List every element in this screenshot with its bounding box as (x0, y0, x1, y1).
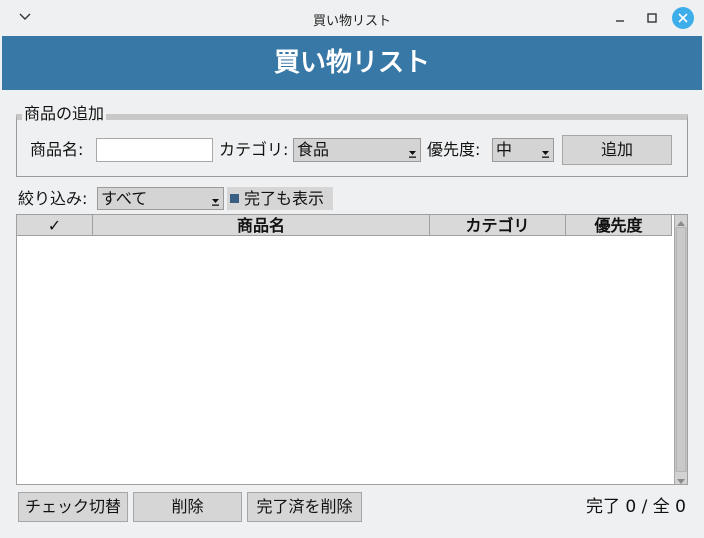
title-bar: 買い物リスト (0, 0, 704, 36)
header-banner: 買い物リスト (2, 36, 702, 90)
category-select-value: 食品 (297, 140, 330, 159)
category-select[interactable]: 食品 (293, 138, 421, 162)
delete-button[interactable]: 削除 (133, 492, 242, 522)
show-completed-checkbox[interactable]: 完了も表示 (227, 187, 333, 210)
filter-label: 絞り込み: (18, 189, 88, 208)
priority-select-value: 中 (496, 140, 513, 159)
filter-select-value: すべて (101, 189, 148, 208)
toggle-check-button[interactable]: チェック切替 (18, 492, 128, 522)
add-button[interactable]: 追加 (562, 135, 672, 165)
shopping-list-table[interactable]: ✓ 商品名 カテゴリ 優先度 (16, 214, 688, 485)
close-icon[interactable] (672, 7, 694, 29)
delete-completed-button[interactable]: 完了済を削除 (247, 492, 362, 522)
item-name-label: 商品名: (30, 140, 84, 159)
window-title: 買い物リスト (312, 14, 391, 29)
scroll-down-arrow-icon[interactable] (675, 472, 687, 484)
add-item-legend: 商品の追加 (22, 104, 107, 124)
show-completed-label: 完了も表示 (244, 189, 325, 208)
scroll-up-arrow-icon[interactable] (675, 215, 687, 227)
category-label: カテゴリ: (219, 140, 289, 159)
filter-select[interactable]: すべて (97, 187, 224, 210)
vertical-scrollbar[interactable] (674, 215, 687, 484)
item-name-input[interactable] (96, 138, 213, 162)
dropdown-arrow-icon (212, 199, 219, 206)
priority-select[interactable]: 中 (492, 138, 554, 162)
chevron-down-icon[interactable] (14, 6, 36, 28)
column-header-category[interactable]: カテゴリ (430, 215, 566, 236)
minimize-icon[interactable] (608, 6, 632, 30)
column-header-priority[interactable]: 優先度 (566, 215, 672, 236)
scrollbar-thumb[interactable] (676, 227, 686, 472)
checkbox-indicator (230, 194, 239, 203)
dropdown-arrow-icon (542, 151, 549, 158)
column-header-check[interactable]: ✓ (17, 215, 93, 236)
dropdown-arrow-icon (409, 151, 416, 158)
page-title: 買い物リスト (273, 48, 430, 78)
column-header-item-name[interactable]: 商品名 (93, 215, 430, 236)
priority-label: 優先度: (427, 140, 481, 159)
maximize-icon[interactable] (640, 6, 664, 30)
completion-status: 完了 0 / 全 0 (586, 497, 686, 517)
